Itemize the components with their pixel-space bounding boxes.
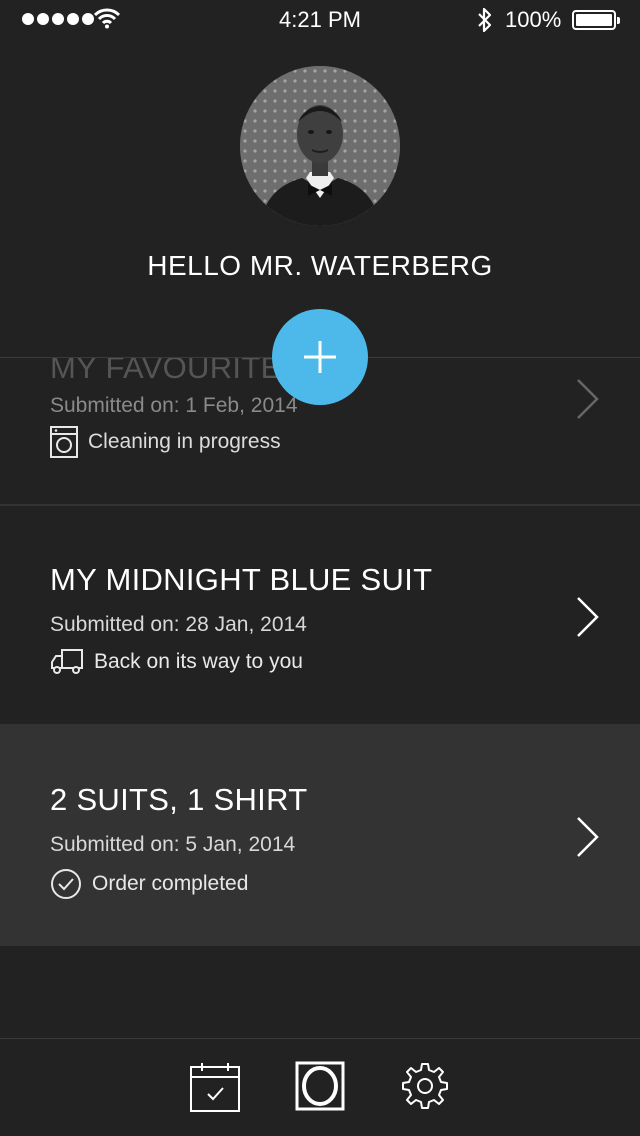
washer-icon[interactable] bbox=[295, 1061, 345, 1111]
order-status: Order completed bbox=[50, 868, 248, 900]
order-item[interactable]: 2 SUITS, 1 SHIRT Submitted on: 5 Jan, 20… bbox=[0, 726, 640, 946]
chevron-right-icon[interactable] bbox=[576, 378, 600, 420]
chevron-right-icon[interactable] bbox=[576, 596, 600, 638]
battery-icon bbox=[572, 10, 620, 30]
avatar-photo bbox=[240, 66, 400, 226]
profile-header: 4:21 PM 100% HELLO MR. WATERBERG bbox=[0, 0, 640, 358]
tab-bar bbox=[0, 1038, 640, 1136]
order-title: MY MIDNIGHT BLUE SUIT bbox=[50, 562, 433, 597]
order-status-label: Cleaning in progress bbox=[88, 430, 281, 453]
status-bar: 4:21 PM 100% bbox=[0, 0, 640, 40]
delivery-truck-icon bbox=[51, 649, 83, 674]
bluetooth-icon bbox=[478, 7, 492, 33]
gear-icon[interactable] bbox=[400, 1061, 450, 1111]
chevron-right-icon[interactable] bbox=[576, 816, 600, 858]
order-submitted-date: Submitted on: 1 Feb, 2014 bbox=[50, 394, 298, 417]
order-status-label: Order completed bbox=[92, 872, 249, 895]
order-item[interactable]: MY MIDNIGHT BLUE SUIT Submitted on: 28 J… bbox=[0, 506, 640, 726]
order-submitted-date: Submitted on: 5 Jan, 2014 bbox=[50, 833, 296, 856]
calendar-check-icon[interactable] bbox=[189, 1061, 241, 1113]
battery-percentage: 100% bbox=[505, 7, 562, 32]
order-submitted-date: Submitted on: 28 Jan, 2014 bbox=[50, 613, 307, 636]
plus-icon bbox=[304, 341, 336, 373]
greeting-text: HELLO MR. WATERBERG bbox=[147, 250, 493, 281]
order-status: Back on its way to you bbox=[50, 648, 303, 676]
check-circle-icon bbox=[51, 869, 81, 899]
add-order-button[interactable] bbox=[272, 309, 368, 405]
order-status-label: Back on its way to you bbox=[94, 650, 303, 673]
order-status: Cleaning in progress bbox=[50, 426, 281, 458]
avatar[interactable] bbox=[240, 66, 400, 226]
order-title: 2 SUITS, 1 SHIRT bbox=[50, 782, 308, 817]
washing-machine-icon bbox=[50, 426, 78, 458]
